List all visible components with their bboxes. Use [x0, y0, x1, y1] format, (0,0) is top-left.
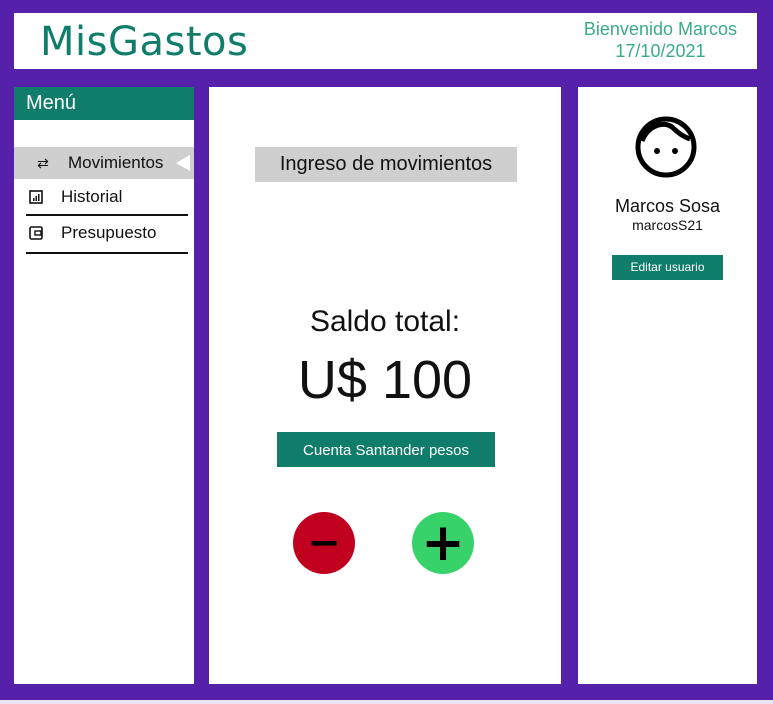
plus-icon: +: [421, 513, 465, 573]
avatar-icon: [634, 115, 698, 179]
current-date: 17/10/2021: [615, 41, 706, 61]
account-select-button[interactable]: Cuenta Santander pesos: [277, 432, 495, 467]
main-panel: Ingreso de movimientos Saldo total: U$ 1…: [209, 87, 561, 684]
chart-icon: [26, 190, 46, 204]
sidebar-item-movimientos[interactable]: ⇄ Movimientos: [14, 147, 194, 179]
minus-icon: −: [307, 520, 341, 566]
section-title: Ingreso de movimientos: [255, 147, 517, 182]
add-income-button[interactable]: +: [412, 512, 474, 574]
swap-arrows-icon: ⇄: [37, 154, 49, 171]
app-frame: MisGastos Bienvenido Marcos 17/10/2021 M…: [0, 0, 773, 700]
menu-divider: [26, 252, 188, 254]
sidebar-item-label: Movimientos: [68, 153, 164, 172]
sidebar-item-presupuesto[interactable]: Presupuesto: [26, 216, 188, 250]
edit-user-button[interactable]: Editar usuario: [612, 255, 723, 280]
sidebar-item-historial[interactable]: Historial: [26, 180, 188, 214]
app-title: MisGastos: [40, 19, 249, 65]
balance-label: Saldo total:: [309, 305, 461, 338]
sidebar: Menú ⇄ Movimientos Historial Presupuesto: [14, 87, 194, 684]
welcome-block: Bienvenido Marcos 17/10/2021: [584, 18, 737, 62]
wallet-icon: [26, 226, 46, 240]
header-bar: MisGastos Bienvenido Marcos 17/10/2021: [14, 13, 757, 69]
menu-title: Menú: [14, 87, 194, 120]
welcome-text: Bienvenido Marcos: [583, 19, 737, 39]
sidebar-item-label: Historial: [61, 187, 123, 206]
user-name: Marcos Sosa: [614, 196, 721, 216]
profile-panel: Marcos Sosa marcosS21 Editar usuario: [578, 87, 757, 684]
active-indicator: [176, 155, 190, 171]
sidebar-item-label: Presupuesto: [61, 223, 157, 242]
subtract-expense-button[interactable]: −: [293, 512, 355, 574]
balance-value: U$ 100: [297, 350, 473, 410]
user-handle: marcosS21: [632, 217, 703, 233]
